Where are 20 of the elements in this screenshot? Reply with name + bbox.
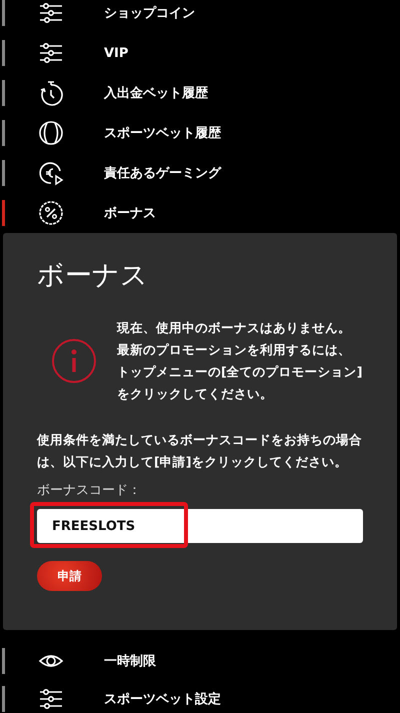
percent-badge-icon [38, 200, 64, 226]
info-icon [51, 338, 97, 384]
notice-text: 現在、使用中のボーナスはありません。最新のプロモーションを利用するには、トップメニューの[全てのプロモーション]をクリックしてください。 [117, 319, 363, 403]
ball-icon [38, 120, 64, 146]
menu-item[interactable]: スポーツベット履歴 [104, 124, 221, 142]
stopwatch-icon [38, 80, 64, 106]
sliders-icon [38, 40, 64, 66]
menu-item[interactable]: スポーツベット設定 [104, 690, 221, 708]
instruction-text: 使用条件を満たしているボーナスコードをお持ちの場合は、以下に入力して[申請]をクリックしてください。 [37, 431, 363, 471]
menu-item[interactable]: 一時制限 [104, 652, 156, 670]
euro-icon [38, 160, 64, 186]
menu-item[interactable]: ショップコイン [104, 4, 195, 22]
menu-item[interactable]: ボーナス [104, 204, 156, 222]
field-label: ボーナスコード： [37, 482, 142, 499]
menu-item[interactable]: 入出金ベット履歴 [104, 84, 208, 102]
menu-item[interactable]: VIP [104, 46, 128, 60]
menu-item[interactable]: 責任あるゲーミング [104, 164, 221, 182]
apply-button[interactable]: 申請 [37, 561, 102, 591]
panel-title: ボーナス [37, 259, 149, 293]
bonus-code-field[interactable]: FREESLOTS [37, 509, 363, 543]
